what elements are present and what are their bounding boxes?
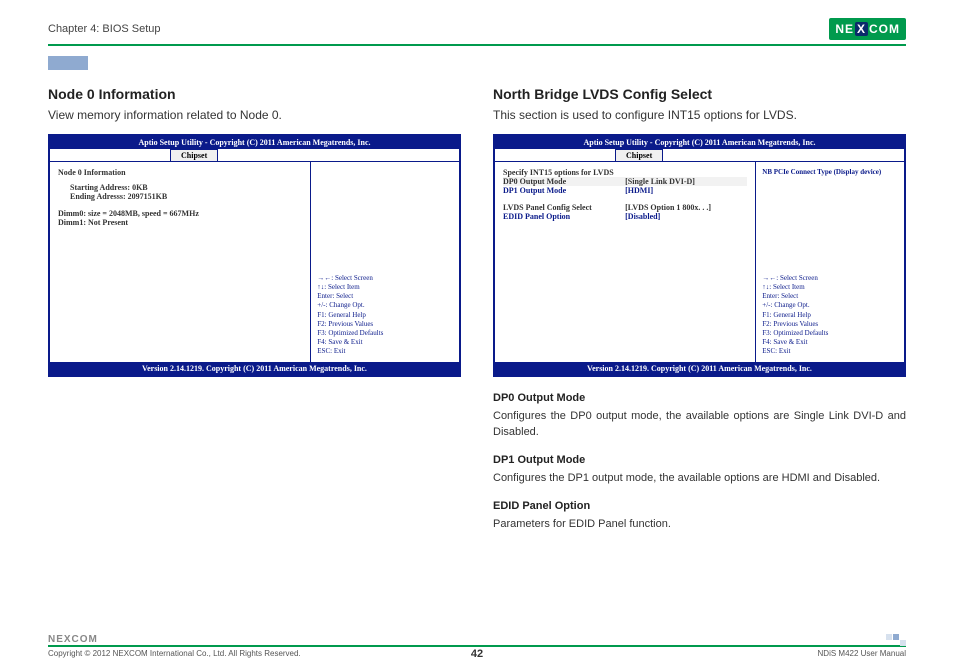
right-lead: This section is used to configure INT15 … <box>493 108 906 122</box>
bios-line: Ending Adresss: 2097151KB <box>58 192 302 201</box>
bios-row-title: Specify INT15 options for LVDS <box>503 168 747 177</box>
bios-line: Node 0 Information <box>58 168 302 177</box>
bios-row[interactable]: LVDS Panel Config Select [LVDS Option 1 … <box>503 203 747 212</box>
nav-line: ESC: Exit <box>762 347 898 356</box>
bios-footer: Version 2.14.1219. Copyright (C) 2011 Am… <box>495 362 904 375</box>
bios-help-pane: →←: Select Screen ↑↓: Select Item Enter:… <box>311 162 459 362</box>
content-columns: Node 0 Information View memory informati… <box>48 86 906 545</box>
nav-line: F2: Previous Values <box>762 320 898 329</box>
nav-line: F1: General Help <box>317 311 453 320</box>
bios-tab-chipset[interactable]: Chipset <box>615 149 663 161</box>
bios-label: DP1 Output Mode <box>503 186 625 195</box>
bios-tab-row: Chipset <box>50 149 459 162</box>
nav-line: ↑↓: Select Item <box>317 283 453 292</box>
right-heading: North Bridge LVDS Config Select <box>493 86 906 102</box>
side-tab-icon <box>48 56 88 70</box>
top-rule <box>48 44 906 46</box>
footer-copyright: Copyright © 2012 NEXCOM International Co… <box>48 649 301 658</box>
desc-text: Configures the DP1 output mode, the avai… <box>493 471 906 487</box>
chapter-title: Chapter 4: BIOS Setup <box>48 23 161 35</box>
bios-body: Node 0 Information Starting Address: 0KB… <box>50 162 459 362</box>
bios-title: Aptio Setup Utility - Copyright (C) 2011… <box>50 136 459 149</box>
nav-line: F4: Save & Exit <box>317 338 453 347</box>
bios-screenshot-right: Aptio Setup Utility - Copyright (C) 2011… <box>493 134 906 377</box>
bios-nav-keys: →←: Select Screen ↑↓: Select Item Enter:… <box>762 274 898 356</box>
bios-main-pane: Specify INT15 options for LVDS DP0 Outpu… <box>495 162 756 362</box>
nav-line: +/-: Change Opt. <box>317 301 453 310</box>
nav-line: F3: Optimized Defaults <box>762 329 898 338</box>
bios-main-pane: Node 0 Information Starting Address: 0KB… <box>50 162 311 362</box>
footer-logo: NEXCOM <box>48 634 906 645</box>
bios-tab-chipset[interactable]: Chipset <box>170 149 218 161</box>
nav-line: Enter: Select <box>317 292 453 301</box>
bios-row[interactable]: DP0 Output Mode [Single Link DVI-D] <box>503 177 747 186</box>
left-column: Node 0 Information View memory informati… <box>48 86 461 545</box>
bios-tab-row: Chipset <box>495 149 904 162</box>
bios-value: [Disabled] <box>625 212 747 221</box>
left-heading: Node 0 Information <box>48 86 461 102</box>
nav-line: Enter: Select <box>762 292 898 301</box>
right-column: North Bridge LVDS Config Select This sec… <box>493 86 906 545</box>
bios-title: Aptio Setup Utility - Copyright (C) 2011… <box>495 136 904 149</box>
bios-value: [LVDS Option 1 800x. . .] <box>625 203 747 212</box>
nav-line: F3: Optimized Defaults <box>317 329 453 338</box>
footer-squares-icon <box>886 634 906 646</box>
bios-body: Specify INT15 options for LVDS DP0 Outpu… <box>495 162 904 362</box>
nav-line: F2: Previous Values <box>317 320 453 329</box>
desc-heading: EDID Panel Option <box>493 499 906 515</box>
bios-help-pane: NB PCIe Connect Type (Display device) →←… <box>756 162 904 362</box>
page-number: 42 <box>471 648 483 660</box>
nav-line: →←: Select Screen <box>317 274 453 283</box>
footer-doc-title: NDiS M422 User Manual <box>818 649 906 658</box>
bios-label: LVDS Panel Config Select <box>503 203 625 212</box>
brand-logo: NEXCOM <box>829 18 906 40</box>
bios-line: Dimm0: size = 2048MB, speed = 667MHz <box>58 209 302 218</box>
bios-line: Dimm1: Not Present <box>58 218 302 227</box>
bios-line: Starting Address: 0KB <box>58 183 302 192</box>
nav-line: +/-: Change Opt. <box>762 301 898 310</box>
bios-label: DP0 Output Mode <box>503 177 625 186</box>
page-header: Chapter 4: BIOS Setup NEXCOM <box>48 18 906 40</box>
desc-heading: DP1 Output Mode <box>493 453 906 469</box>
nav-line: ↑↓: Select Item <box>762 283 898 292</box>
bios-help-text: NB PCIe Connect Type (Display device) <box>762 168 898 176</box>
desc-text: Configures the DP0 output mode, the avai… <box>493 409 906 441</box>
page-footer: NEXCOM Copyright © 2012 NEXCOM Internati… <box>48 634 906 658</box>
bios-label: EDID Panel Option <box>503 212 625 221</box>
nav-line: F1: General Help <box>762 311 898 320</box>
descriptions: DP0 Output Mode Configures the DP0 outpu… <box>493 391 906 533</box>
desc-text: Parameters for EDID Panel function. <box>493 517 906 533</box>
desc-heading: DP0 Output Mode <box>493 391 906 407</box>
left-lead: View memory information related to Node … <box>48 108 461 122</box>
bios-value: [HDMI] <box>625 186 747 195</box>
bios-row[interactable]: DP1 Output Mode [HDMI] <box>503 186 747 195</box>
bios-nav-keys: →←: Select Screen ↑↓: Select Item Enter:… <box>317 274 453 356</box>
nav-line: F4: Save & Exit <box>762 338 898 347</box>
bios-footer: Version 2.14.1219. Copyright (C) 2011 Am… <box>50 362 459 375</box>
nav-line: →←: Select Screen <box>762 274 898 283</box>
footer-row: Copyright © 2012 NEXCOM International Co… <box>48 649 906 658</box>
bios-row[interactable]: EDID Panel Option [Disabled] <box>503 212 747 221</box>
bios-value: [Single Link DVI-D] <box>625 177 747 186</box>
bios-screenshot-left: Aptio Setup Utility - Copyright (C) 2011… <box>48 134 461 377</box>
nav-line: ESC: Exit <box>317 347 453 356</box>
